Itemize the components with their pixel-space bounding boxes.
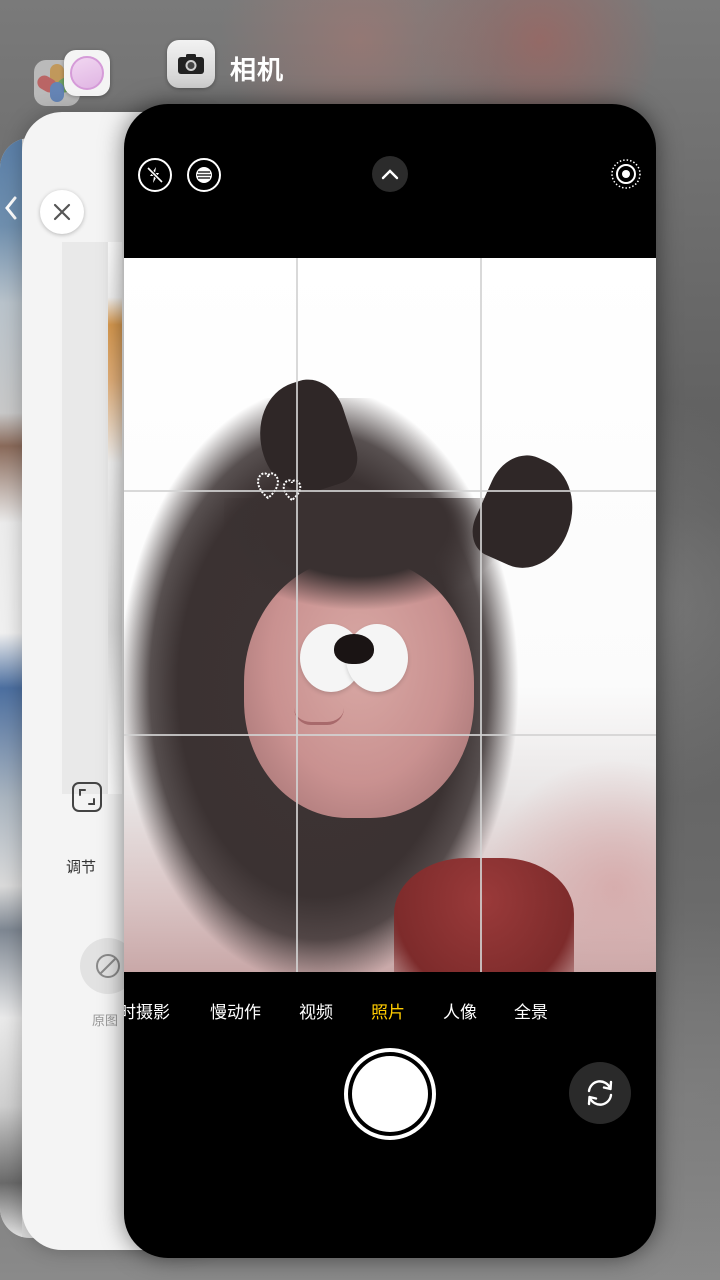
close-icon: [53, 203, 71, 221]
mode-timelapse[interactable]: 延时摄影: [124, 998, 170, 1023]
camera-viewfinder[interactable]: [124, 258, 656, 972]
mode-video[interactable]: 视频: [299, 998, 333, 1023]
grid-line-vertical-2: [480, 258, 482, 972]
mode-slow-motion[interactable]: 慢动作: [210, 998, 261, 1023]
grid-line-vertical-1: [296, 258, 298, 972]
camera-glyph-icon: [178, 54, 204, 74]
close-button[interactable]: [40, 190, 84, 234]
chevron-up-icon: [381, 169, 399, 180]
camera-app-title: 相机: [230, 56, 285, 86]
shutter-button[interactable]: [344, 1048, 436, 1140]
photo-thumbnail-strip: [0, 138, 22, 1238]
beauty-camera-app-icon[interactable]: [64, 50, 110, 96]
camera-app-icon[interactable]: [167, 40, 215, 88]
original-label: 原图: [92, 1014, 119, 1029]
adjust-button[interactable]: [70, 780, 104, 814]
grid-line-horizontal-2: [124, 734, 656, 736]
preview-strip: [62, 242, 108, 794]
crop-adjust-icon: [72, 782, 102, 812]
camera-app-card[interactable]: 延时摄影 慢动作 视频 照片 人像 全景: [124, 104, 656, 1258]
dog-nose-sticker: [300, 620, 408, 700]
back-chevron-icon: [5, 196, 17, 220]
live-photo-icon: [196, 167, 212, 183]
flash-off-icon: [146, 166, 164, 184]
flip-camera-button[interactable]: [569, 1062, 631, 1124]
beauty-camera-lens-icon: [70, 56, 104, 90]
live-photo-button[interactable]: [187, 158, 221, 192]
preview-image-edge: [108, 242, 122, 794]
live-target-icon: [611, 159, 641, 189]
mode-portrait[interactable]: 人像: [443, 998, 477, 1023]
subject-bangs: [224, 498, 494, 638]
mode-panorama[interactable]: 全景: [514, 998, 548, 1023]
shutter-inner: [352, 1056, 428, 1132]
hearts-sticker-icon: [257, 472, 302, 502]
flash-button[interactable]: [138, 158, 172, 192]
camera-flip-icon: [587, 1080, 613, 1106]
grid-line-horizontal-1: [124, 490, 656, 492]
camera-mode-selector: 延时摄影 慢动作 视频 照片 人像 全景: [124, 998, 656, 1023]
adjust-label: 调节: [66, 858, 97, 876]
subject-shirt: [394, 858, 574, 972]
live-target-button[interactable]: [608, 156, 644, 192]
dog-nose: [334, 634, 374, 664]
expand-controls-button[interactable]: [372, 156, 408, 192]
no-filter-icon: [96, 954, 120, 978]
mode-photo[interactable]: 照片: [371, 998, 405, 1023]
